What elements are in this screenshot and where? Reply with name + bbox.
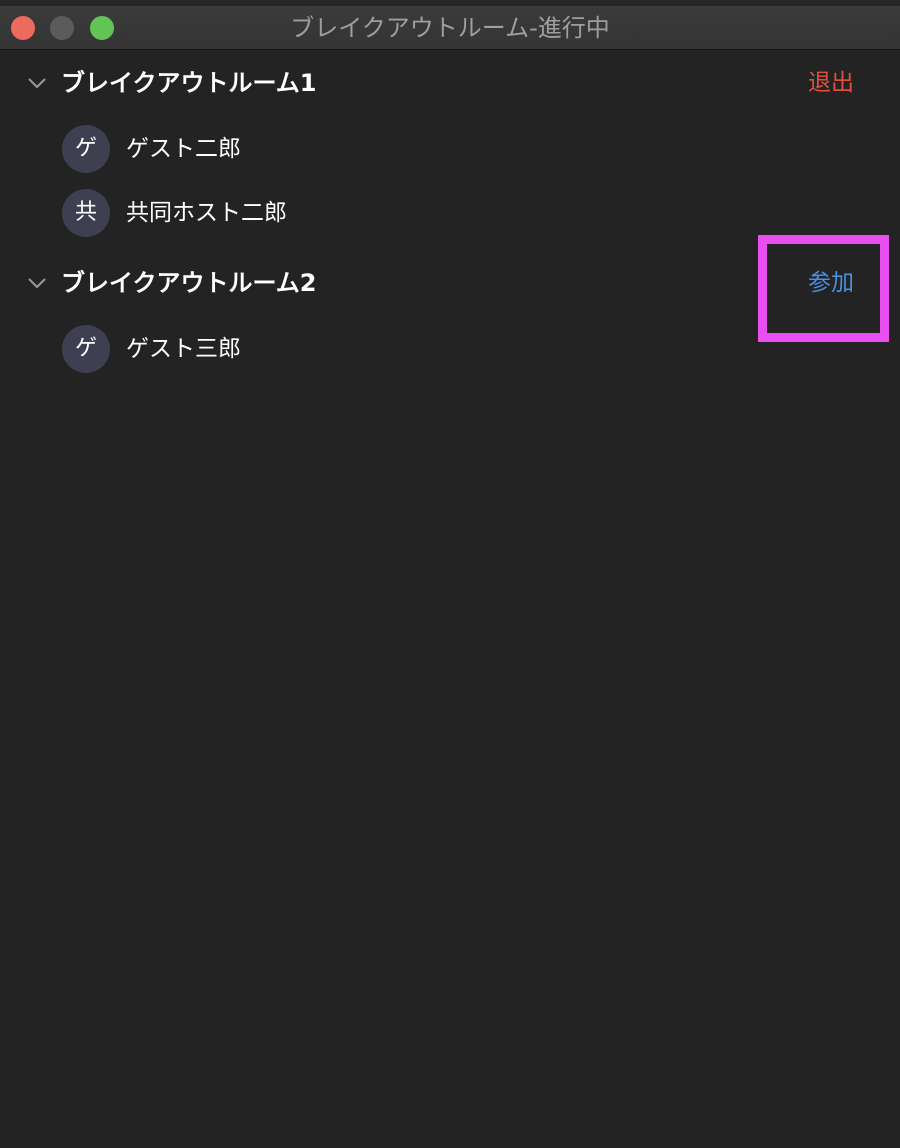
chevron-down-icon[interactable]: [26, 272, 48, 294]
leave-room-button[interactable]: 退出: [808, 66, 854, 100]
window-title: ブレイクアウトルーム-進行中: [290, 14, 610, 42]
participant-item: 共 共同ホスト二郎: [0, 189, 900, 239]
breakout-rooms-window: ブレイクアウトルーム-進行中 ブレイクアウトルーム1 退出 ゲ ゲスト二郎 共 …: [0, 0, 900, 1148]
participant-name: 共同ホスト二郎: [126, 200, 287, 226]
avatar: 共: [62, 189, 110, 237]
participant-item: ゲ ゲスト二郎: [0, 125, 900, 175]
room-name-2: ブレイクアウトルーム2: [61, 269, 317, 297]
chevron-down-icon[interactable]: [26, 72, 48, 94]
avatar: ゲ: [62, 325, 110, 373]
participant-name: ゲスト三郎: [126, 336, 241, 362]
title-bar[interactable]: ブレイクアウトルーム-進行中: [0, 0, 900, 50]
participant-name: ゲスト二郎: [126, 136, 241, 162]
highlight-annotation: [758, 235, 889, 342]
avatar: ゲ: [62, 125, 110, 173]
room-header-1[interactable]: ブレイクアウトルーム1 退出: [0, 62, 900, 106]
room-name-1: ブレイクアウトルーム1: [61, 69, 317, 97]
